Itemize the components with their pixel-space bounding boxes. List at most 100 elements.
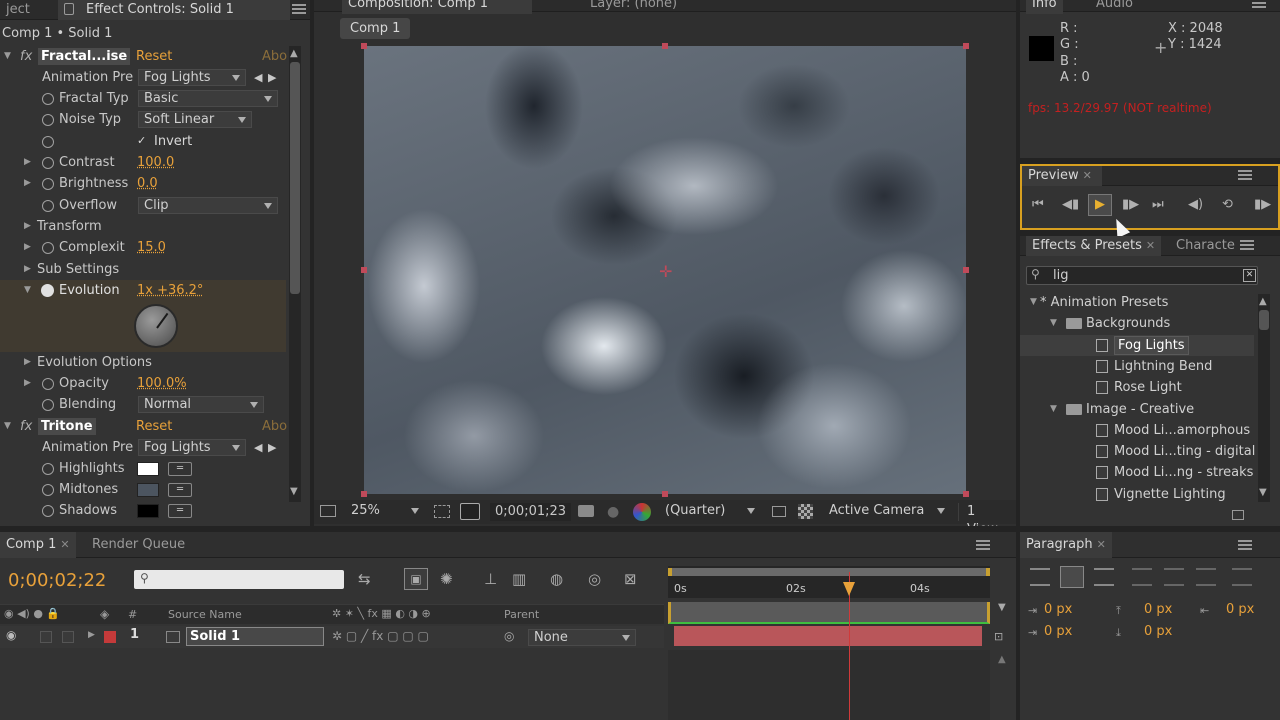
tritone-about-link[interactable]: Abo [262,416,287,437]
space-before-value[interactable]: 0 px [1144,602,1172,617]
expand-triangle-icon[interactable]: ▶ [24,173,31,194]
layer-handle[interactable] [963,491,969,497]
close-icon[interactable]: ✕ [1097,538,1106,551]
preset-folder[interactable]: ▼ Backgrounds [1020,313,1254,334]
expand-triangle-icon[interactable]: ▶ [24,259,31,280]
transparency-grid-icon[interactable] [798,504,813,519]
collapse-triangle-icon[interactable]: ▼ [1030,292,1037,313]
search-input[interactable]: lig [1053,267,1068,284]
expand-triangle-icon[interactable]: ▶ [24,373,31,394]
animation-presets-dropdown[interactable]: Fog Lights [138,69,246,86]
tab-character[interactable]: Characte [1170,236,1241,256]
tritone-reset-link[interactable]: Reset [136,416,172,437]
effects-search-field[interactable]: ⚲ lig ✕ [1026,266,1258,285]
panel-menu-icon[interactable] [292,4,306,14]
close-icon[interactable]: ✕ [60,538,69,551]
column-source-name[interactable]: Source Name [168,608,242,621]
viewer-timecode[interactable]: 0;00;01;23 [490,503,572,521]
play-button[interactable]: ▶ [1088,194,1112,216]
lock-checkbox[interactable] [62,631,74,643]
comp-mini-flowchart-icon[interactable]: ⇆ [358,570,371,588]
align-center-icon[interactable] [1060,566,1084,588]
collapse-triangle-icon[interactable]: ▼ [24,280,31,301]
indent-right-icon[interactable]: ⇤ [1200,604,1209,617]
scroll-down-arrow-icon[interactable]: ▼ [290,486,298,497]
stopwatch-icon[interactable] [42,93,54,105]
prop-evolution-options[interactable]: ▶ Evolution Options [0,352,310,373]
fractal-reset-link[interactable]: Reset [136,46,172,67]
tab-effect-controls[interactable]: Effect Controls: Solid 1 [58,0,290,20]
pickwhip-icon[interactable]: ◎ [504,629,514,643]
live-update-icon[interactable]: ⊠ [624,570,637,588]
stopwatch-icon[interactable] [42,114,54,126]
collapse-triangle-icon[interactable]: ▼ [4,416,11,437]
collapse-triangle-icon[interactable]: ▼ [1050,399,1057,420]
scroll-up-arrow-icon[interactable]: ▲ [290,48,298,59]
stopwatch-icon[interactable] [42,463,54,475]
loop-icon[interactable]: ⟲ [1222,197,1233,212]
prev-preset-arrow-icon[interactable]: ◀ [254,67,262,88]
brainstorm-icon[interactable]: ◎ [588,570,601,588]
blending-dropdown[interactable]: Normal [138,396,264,413]
eyedropper-icon[interactable]: ═ [168,504,192,518]
channel-rgb-icon[interactable] [633,503,651,521]
current-time-indicator-head[interactable] [843,582,856,596]
draft-3d-icon[interactable]: ▣ [404,568,428,590]
tab-preview[interactable]: Preview ✕ [1022,166,1102,186]
evolution-value[interactable]: 1x +36.2° [137,280,203,301]
stopwatch-icon[interactable] [42,157,54,169]
layer-handle[interactable] [963,267,969,273]
stopwatch-icon[interactable] [42,484,54,496]
timeline-side-icon[interactable]: ⊡ [994,630,1003,643]
layer-handle[interactable] [361,267,367,273]
expand-triangle-icon[interactable]: ▶ [24,237,31,258]
fx-icon[interactable]: fx [20,46,32,67]
stopwatch-icon[interactable] [42,378,54,390]
panel-menu-icon[interactable] [1240,240,1254,250]
next-frame-button[interactable]: ▮▶ [1122,197,1139,212]
fx-icon[interactable]: fx [20,416,32,437]
fractal-noise-header[interactable]: ▼ fx Fractal...ise Reset Abo [0,46,310,67]
shadows-color-swatch[interactable] [137,504,159,518]
tab-composition[interactable]: Composition: Comp 1 [342,0,532,14]
snapshot-camera-icon[interactable] [578,505,594,517]
clear-search-icon[interactable]: ✕ [1243,269,1256,282]
panel-menu-icon[interactable] [1252,0,1266,8]
midtones-color-swatch[interactable] [137,483,159,497]
views-dropdown[interactable]: 1 View [958,503,1016,526]
panel-menu-icon[interactable] [976,540,990,550]
indent-left-icon[interactable]: ⇥ [1028,604,1037,617]
preset-folder[interactable]: ▼ Image - Creative [1020,399,1254,420]
effect-controls-scrollbar[interactable]: ▲ ▼ [289,46,301,502]
tab-paragraph[interactable]: Paragraph ✕ [1020,532,1112,558]
next-preset-arrow-icon[interactable]: ▶ [268,437,276,458]
evolution-angle-dial[interactable] [134,304,178,348]
composition-viewer[interactable]: ✛ [364,46,966,494]
timeline-up-arrow-icon[interactable]: ▲ [998,654,1006,665]
tab-render-queue[interactable]: Render Queue [86,532,191,558]
tab-audio[interactable]: Audio [1090,0,1139,14]
tab-effects-presets[interactable]: Effects & Presets ✕ [1026,236,1162,256]
justify-last-left-icon[interactable] [1132,568,1152,586]
next-preset-arrow-icon[interactable]: ▶ [268,67,276,88]
layer-label-color[interactable] [104,631,116,643]
expand-triangle-icon[interactable]: ▶ [88,630,95,640]
space-before-icon[interactable]: ⤒ [1116,604,1121,618]
panel-menu-icon[interactable] [1238,170,1252,180]
solo-checkbox[interactable] [40,631,52,643]
first-line-indent-icon[interactable]: ⇥ [1028,626,1037,639]
tritone-presets-dropdown[interactable]: Fog Lights [138,439,246,456]
layer-handle[interactable] [662,491,668,497]
close-icon[interactable]: ✕ [1083,169,1092,182]
preset-item[interactable]: Fog Lights [1020,334,1254,356]
close-icon[interactable]: ✕ [1146,239,1155,252]
indent-left-value[interactable]: 0 px [1044,602,1072,617]
preset-item[interactable]: Lightning Bend [1020,356,1254,377]
preset-item[interactable]: Rose Light [1020,377,1254,398]
motion-blur-icon[interactable]: ▥ [512,570,526,588]
layer-duration-bar[interactable] [674,626,982,646]
brightness-value[interactable]: 0.0 [137,173,158,194]
tab-project[interactable]: ject [0,0,36,20]
scroll-down-arrow-icon[interactable]: ▼ [1259,487,1267,498]
ram-preview-button[interactable]: ▮▶ [1254,197,1271,212]
